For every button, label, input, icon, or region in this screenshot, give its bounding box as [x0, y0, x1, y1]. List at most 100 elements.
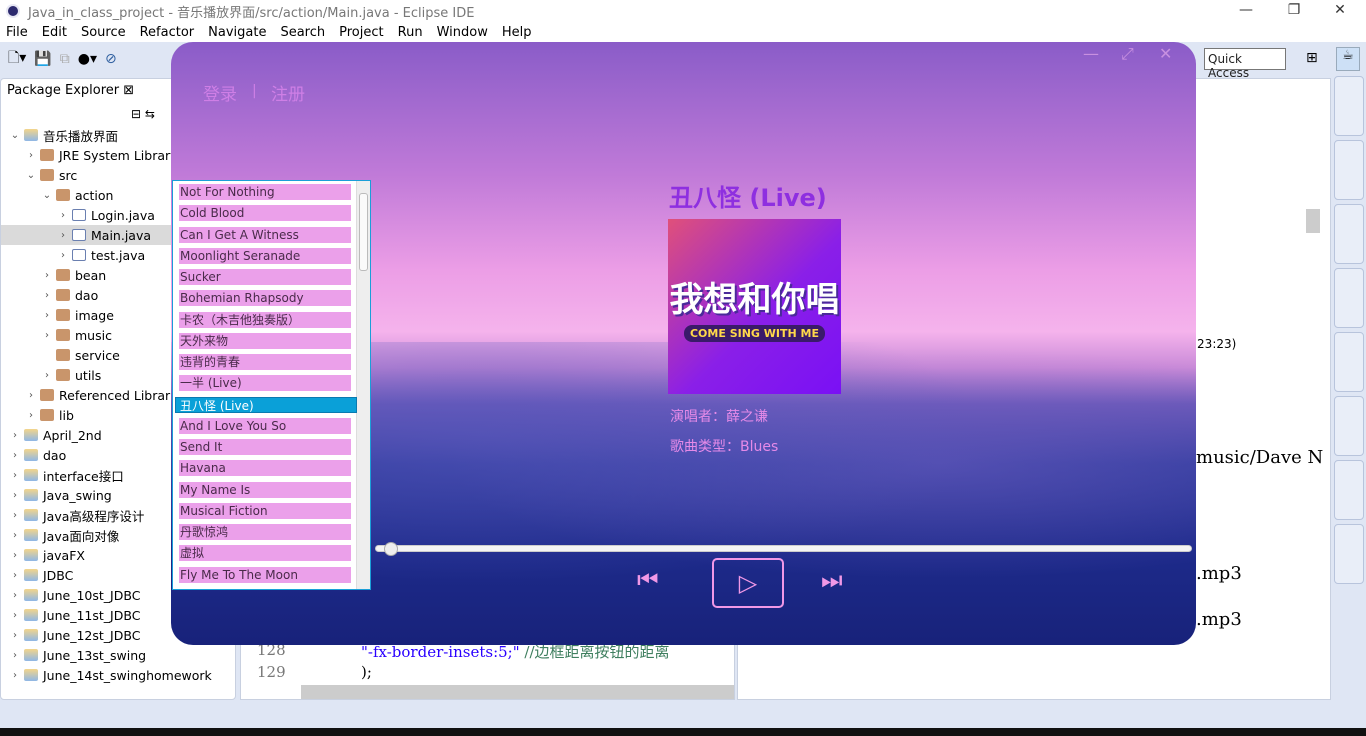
playlist-item[interactable]: Musical Fiction	[179, 502, 351, 519]
variables-icon[interactable]	[1334, 332, 1364, 392]
play-button[interactable]: ▷	[712, 558, 784, 608]
playlist-item[interactable]: 违背的青春	[179, 354, 351, 370]
playlist-item[interactable]: Cold Blood	[179, 205, 351, 222]
java-perspective-icon[interactable]: ☕	[1336, 47, 1360, 71]
playlist-item[interactable]: Moonlight Seranade	[179, 247, 351, 264]
taskbar	[0, 728, 1366, 736]
chevron-right-icon[interactable]: ›	[9, 630, 21, 641]
open-perspective-icon[interactable]: ⊞	[1306, 50, 1318, 66]
menu-source[interactable]: Source	[81, 25, 126, 40]
collapse-all-icon[interactable]: ⊟ ⇆	[131, 107, 155, 121]
chevron-right-icon[interactable]: ›	[41, 290, 53, 301]
login-link[interactable]: 登录	[203, 80, 237, 105]
new-icon[interactable]: 🗋▾	[8, 47, 26, 71]
save-all-icon[interactable]: ⧉	[60, 51, 70, 67]
playlist-item[interactable]: Havana	[179, 460, 351, 477]
save-icon[interactable]: 💾	[34, 51, 51, 67]
menu-file[interactable]: File	[6, 25, 28, 40]
skip-breakpoints-icon[interactable]: ⊘	[105, 51, 117, 67]
code-editor[interactable]: 128 "-fx-border-insets:5;" //边框距离按钮的距离 1…	[240, 640, 735, 700]
chevron-right-icon[interactable]: ›	[9, 570, 21, 581]
playlist-item[interactable]: 丹歌惊鸿	[179, 524, 351, 540]
chevron-right-icon[interactable]: ›	[25, 410, 37, 421]
debug-icon[interactable]	[1334, 396, 1364, 456]
chevron-right-icon[interactable]: ›	[9, 510, 21, 521]
playlist-scrollbar[interactable]	[356, 181, 370, 589]
playlist-item[interactable]: 一半 (Live)	[179, 375, 351, 392]
menu-project[interactable]: Project	[339, 25, 383, 40]
chevron-right-icon[interactable]: ›	[41, 370, 53, 381]
tree-item[interactable]: › June_13st_swing	[1, 645, 212, 665]
minimize-button[interactable]: —	[1226, 2, 1266, 18]
player-maximize-button[interactable]: ⤢	[1121, 44, 1134, 64]
progress-slider[interactable]	[375, 542, 1192, 556]
progress-icon[interactable]	[1334, 524, 1364, 584]
chevron-right-icon[interactable]: ›	[57, 210, 69, 221]
package-explorer-tab[interactable]: Package Explorer ⊠	[7, 83, 134, 98]
playlist-item[interactable]: 丑八怪 (Live)	[175, 396, 357, 413]
chevron-down-icon[interactable]: ⌄	[41, 190, 53, 201]
restore-button[interactable]: ❐	[1274, 2, 1314, 18]
playlist-item[interactable]: Send It	[179, 439, 351, 455]
menu-navigate[interactable]: Navigate	[208, 25, 266, 40]
chevron-right-icon[interactable]: ›	[25, 150, 37, 161]
menu-help[interactable]: Help	[502, 25, 532, 40]
slider-knob[interactable]	[384, 542, 398, 556]
playlist-item[interactable]: Can I Get A Witness	[179, 226, 351, 243]
quick-access-input[interactable]: Quick Access	[1204, 48, 1286, 80]
chevron-right-icon[interactable]: ›	[57, 250, 69, 261]
register-link[interactable]: 注册	[271, 80, 305, 105]
chevron-right-icon[interactable]: ›	[25, 390, 37, 401]
playlist-item[interactable]: 天外来物	[179, 332, 351, 349]
vertical-scrollbar[interactable]	[1306, 209, 1320, 233]
profile-icon[interactable]: ●▾	[78, 51, 97, 67]
chevron-right-icon[interactable]: ›	[41, 270, 53, 281]
chevron-right-icon[interactable]: ›	[9, 610, 21, 621]
chevron-right-icon[interactable]: ›	[9, 530, 21, 541]
scrollbar-thumb[interactable]	[359, 193, 368, 271]
menu-search[interactable]: Search	[280, 25, 325, 40]
outline-view-icon[interactable]	[1334, 140, 1364, 200]
chevron-right-icon[interactable]: ›	[9, 550, 21, 561]
playlist-item[interactable]: Bohemian Rhapsody	[179, 290, 351, 307]
menu-edit[interactable]: Edit	[42, 25, 67, 40]
playlist-item[interactable]: Not For Nothing	[179, 184, 351, 200]
tree-item-label: dao	[75, 287, 99, 303]
player-minimize-button[interactable]: —	[1083, 44, 1099, 63]
menu-refactor[interactable]: Refactor	[140, 25, 195, 40]
next-button[interactable]: ⏭	[821, 566, 843, 594]
tree-item[interactable]: › June_14st_swinghomework	[1, 665, 212, 685]
chevron-right-icon[interactable]: ›	[41, 330, 53, 341]
chevron-down-icon[interactable]: ⌄	[25, 170, 37, 181]
playlist-item[interactable]: My Name Is	[179, 481, 351, 498]
chevron-right-icon[interactable]: ›	[9, 430, 21, 441]
chevron-right-icon[interactable]: ›	[41, 310, 53, 321]
playlist-item[interactable]: Sucker	[179, 269, 351, 285]
chevron-right-icon[interactable]: ›	[9, 670, 21, 681]
playlist-item[interactable]: 卡农（木吉他独奏版）	[179, 311, 351, 328]
tree-item-label: Referenced Libraries	[59, 387, 188, 403]
tree-item-label: June_10st_JDBC	[43, 587, 141, 603]
chevron-right-icon[interactable]: ›	[9, 450, 21, 461]
tree-item-label: interface接口	[43, 468, 124, 484]
chevron-right-icon[interactable]: ›	[9, 650, 21, 661]
horizontal-scrollbar[interactable]	[301, 685, 734, 699]
task-list-icon[interactable]	[1334, 204, 1364, 264]
player-close-button[interactable]: ✕	[1159, 44, 1172, 63]
menu-run[interactable]: Run	[398, 25, 423, 40]
chevron-right-icon[interactable]: ›	[9, 470, 21, 481]
chevron-right-icon[interactable]: ›	[57, 230, 69, 241]
close-tab-icon[interactable]: ⊠	[123, 83, 134, 98]
console-view-icon[interactable]	[1334, 460, 1364, 520]
chevron-right-icon[interactable]: ›	[9, 590, 21, 601]
close-button[interactable]: ✕	[1320, 2, 1360, 18]
chevron-right-icon[interactable]: ›	[9, 490, 21, 501]
chevron-down-icon[interactable]: ⌄	[9, 130, 21, 141]
playlist-item[interactable]: And I Love You So	[179, 417, 351, 434]
help-view-icon[interactable]	[1334, 76, 1364, 136]
playlist-item[interactable]: Fly Me To The Moon	[179, 566, 351, 583]
previous-button[interactable]: ⏮	[637, 566, 659, 594]
menu-window[interactable]: Window	[437, 25, 488, 40]
javadoc-icon[interactable]	[1334, 268, 1364, 328]
playlist-item[interactable]: 虚拟	[179, 545, 351, 562]
